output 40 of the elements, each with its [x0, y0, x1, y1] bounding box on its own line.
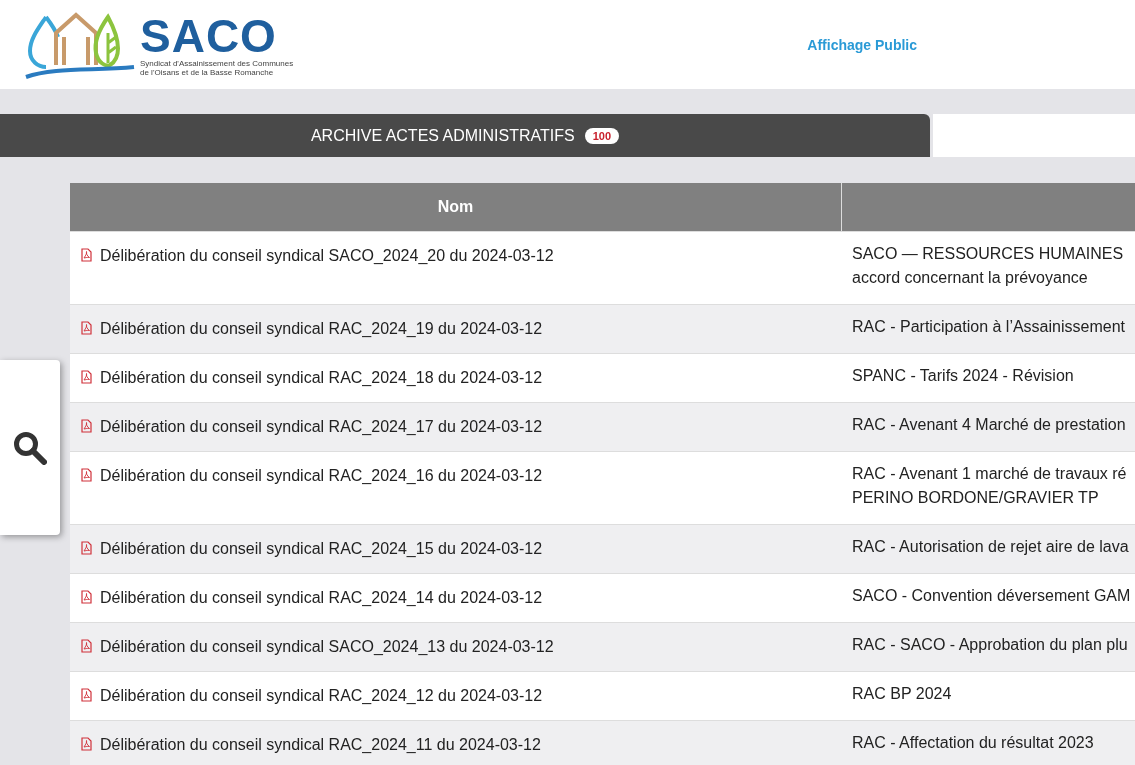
pdf-icon: [81, 688, 92, 702]
table-cell-text: RAC - Autorisation de rejet aire de lava: [852, 537, 1129, 557]
search-icon: [13, 430, 47, 465]
table-cell-text: RAC - SACO - Approbation du plan plu: [852, 635, 1128, 655]
pdf-icon: [81, 737, 92, 751]
table-cell-text: RAC - Avenant 4 Marché de prestation: [852, 415, 1126, 435]
table-cell-text: SPANC - Tarifs 2024 - Révision: [852, 366, 1074, 386]
pdf-icon: [81, 541, 92, 555]
logo-subtitle: de l'Oisans et de la Basse Romanche: [140, 67, 275, 77]
document-link[interactable]: Délibération du conseil syndical RAC_2024_11 du 2024-03-12: [100, 735, 541, 754]
document-link[interactable]: Délibération du conseil syndical RAC_2024_17 du 2024-03-12: [100, 417, 543, 436]
document-link[interactable]: Délibération du conseil syndical SACO_2024_20 du 2024-03-12: [100, 246, 554, 265]
table-cell-text: RAC BP 2024: [852, 684, 952, 704]
document-link[interactable]: Délibération du conseil syndical RAC_2024_15 du 2024-03-12: [100, 539, 543, 558]
table-cell-text: accord concernant la prévoyance: [852, 268, 1088, 288]
logo-subtitle: Syndicat d'Assainissement des Communes: [140, 58, 294, 68]
search-panel[interactable]: [0, 360, 60, 535]
document-link[interactable]: Délibération du conseil syndical SACO_2024_13 du 2024-03-12: [100, 637, 554, 656]
table-cell-text: RAC - Participation à l’Assainissement: [852, 317, 1125, 337]
pdf-icon: [81, 468, 92, 482]
pdf-icon: [81, 639, 92, 653]
pdf-icon: [81, 321, 92, 335]
document-link[interactable]: Délibération du conseil syndical RAC_2024_16 du 2024-03-12: [100, 466, 543, 485]
document-link[interactable]: Délibération du conseil syndical RAC_2024_18 du 2024-03-12: [100, 368, 543, 387]
document-link[interactable]: Délibération du conseil syndical RAC_2024_19 du 2024-03-12: [100, 319, 543, 338]
column-header: Nom: [436, 197, 475, 217]
count-badge: 100: [584, 127, 620, 144]
document-link[interactable]: Délibération du conseil syndical RAC_2024_12 du 2024-03-12: [100, 686, 543, 705]
document-link[interactable]: Délibération du conseil syndical RAC_2024_14 du 2024-03-12: [100, 588, 543, 607]
table-cell-text: RAC - Affectation du résultat 2023: [852, 733, 1094, 753]
table-cell-text: PERINO BORDONE/GRAVIER TP: [852, 488, 1099, 508]
logo-name: SACO: [140, 12, 277, 59]
pdf-icon: [81, 370, 92, 384]
table-cell-text: SACO - Convention déversement GAM: [852, 586, 1131, 606]
table-cell-text: RAC - Avenant 1 marché de travaux ré: [852, 464, 1127, 484]
pdf-icon: [81, 419, 92, 433]
pdf-icon: [81, 590, 92, 604]
tab[interactable]: ARCHIVE ACTES ADMINISTRATIFS 100: [0, 114, 930, 157]
table-cell-text: SACO — RESSOURCES HUMAINES: [852, 244, 1124, 264]
pdf-icon: [81, 248, 92, 262]
